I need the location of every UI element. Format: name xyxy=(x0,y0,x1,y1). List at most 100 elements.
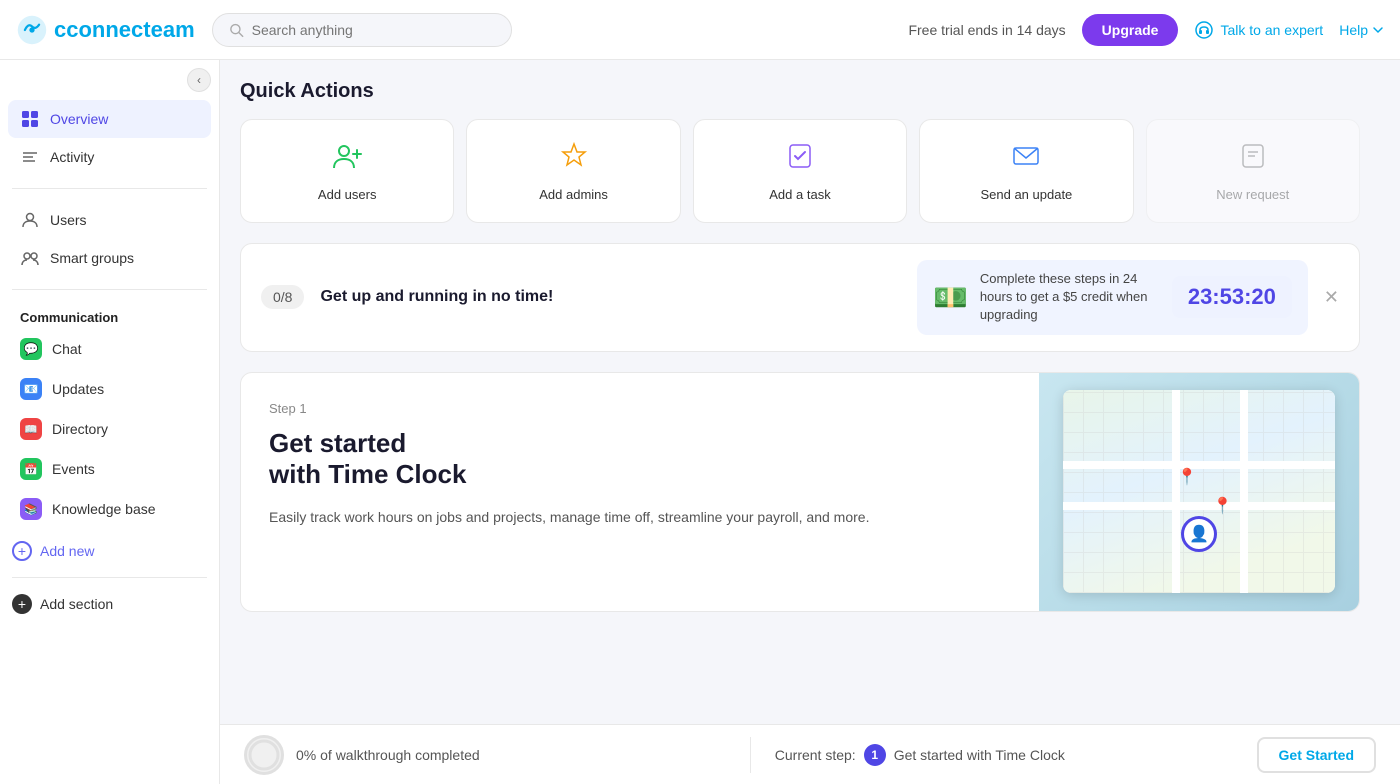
main-content: Quick Actions Add users xyxy=(220,60,1400,784)
add-users-icon xyxy=(331,140,363,179)
chat-icon: 💬 xyxy=(20,338,42,360)
add-admins-icon xyxy=(558,140,590,179)
current-step-info: Current step: 1 Get started with Time Cl… xyxy=(775,744,1257,766)
layout: ‹ Overview xyxy=(0,60,1400,784)
add-task-icon xyxy=(784,140,816,179)
sidebar-item-chat-label: Chat xyxy=(52,341,82,357)
header-right: Free trial ends in 14 days Upgrade Talk … xyxy=(908,14,1384,46)
user-avatar-pin: 👤 xyxy=(1181,516,1217,552)
progress-ring xyxy=(247,738,281,772)
map-pin-1: 📍 xyxy=(1177,467,1197,487)
sidebar-item-updates[interactable]: 📧 Updates xyxy=(8,369,211,409)
knowledge-base-icon: 📚 xyxy=(20,498,42,520)
logo-icon xyxy=(16,14,48,46)
quick-actions-title: Quick Actions xyxy=(240,80,1360,103)
credit-box: 💵 Complete these steps in 24 hours to ge… xyxy=(917,260,1308,335)
step-card: Step 1 Get started with Time Clock Easil… xyxy=(240,372,1360,612)
logo-text: cconnecteam xyxy=(54,17,195,43)
main-inner: Quick Actions Add users xyxy=(220,60,1380,632)
sidebar-item-overview-label: Overview xyxy=(50,111,108,127)
current-step-label: Current step: xyxy=(775,747,856,763)
search-input[interactable] xyxy=(252,22,495,38)
smart-groups-icon xyxy=(20,248,40,268)
add-new-button[interactable]: + Add new xyxy=(0,533,219,569)
new-request-icon xyxy=(1237,140,1269,179)
add-new-label: Add new xyxy=(40,543,94,559)
sidebar-collapse: ‹ xyxy=(0,60,219,96)
sidebar-section-communication: Communication 💬 Chat 📧 Updates 📖 Directo… xyxy=(0,298,219,533)
map-road-horizontal-2 xyxy=(1063,502,1335,510)
sidebar-item-users-label: Users xyxy=(50,212,87,228)
action-add-users[interactable]: Add users xyxy=(240,119,454,223)
headset-icon xyxy=(1194,20,1214,40)
upgrade-button[interactable]: Upgrade xyxy=(1082,14,1179,46)
sidebar-item-overview[interactable]: Overview xyxy=(8,100,211,138)
events-icon: 📅 xyxy=(20,458,42,480)
get-started-button[interactable]: Get Started xyxy=(1257,737,1376,773)
activity-icon xyxy=(20,147,40,167)
credit-icon: 💵 xyxy=(933,281,968,314)
progress-badge: 0/8 xyxy=(261,285,304,309)
sidebar-divider-3 xyxy=(12,577,207,578)
search-icon xyxy=(229,22,244,38)
bottom-bar: 0% of walkthrough completed Current step… xyxy=(220,724,1400,784)
sidebar-item-smart-groups[interactable]: Smart groups xyxy=(8,239,211,277)
progress-text: Get up and running in no time! xyxy=(320,288,900,306)
sidebar-item-smart-groups-label: Smart groups xyxy=(50,250,134,266)
step-description: Easily track work hours on jobs and proj… xyxy=(269,506,1011,528)
sidebar-section-users: Users Smart groups xyxy=(0,197,219,281)
sidebar-divider-2 xyxy=(12,289,207,290)
sidebar-divider-1 xyxy=(12,188,207,189)
sidebar: ‹ Overview xyxy=(0,60,220,784)
new-request-label: New request xyxy=(1216,187,1289,202)
users-icon xyxy=(20,210,40,230)
credit-text: Complete these steps in 24 hours to get … xyxy=(980,270,1160,325)
close-button[interactable]: ✕ xyxy=(1324,287,1339,308)
add-section-button[interactable]: + Add section xyxy=(0,586,219,622)
sidebar-item-knowledge-base-label: Knowledge base xyxy=(52,501,156,517)
sidebar-item-activity[interactable]: Activity xyxy=(8,138,211,176)
action-send-update[interactable]: Send an update xyxy=(919,119,1133,223)
progress-circle xyxy=(244,735,284,775)
map-road-vertical-2 xyxy=(1240,390,1248,592)
map-grid xyxy=(1063,390,1335,592)
add-section-icon: + xyxy=(12,594,32,614)
sidebar-item-directory-label: Directory xyxy=(52,421,108,437)
talk-expert-button[interactable]: Talk to an expert xyxy=(1194,20,1323,40)
step-image: ‹ Hours so far on Sun, Sep 29: $18 pm 📍 xyxy=(1039,373,1359,611)
sidebar-item-knowledge-base[interactable]: 📚 Knowledge base xyxy=(8,489,211,529)
sidebar-item-events[interactable]: 📅 Events xyxy=(8,449,211,489)
communication-label: Communication xyxy=(8,302,211,329)
action-new-request[interactable]: New request xyxy=(1146,119,1360,223)
action-add-task[interactable]: Add a task xyxy=(693,119,907,223)
add-section-label: Add section xyxy=(40,596,113,612)
trial-text: Free trial ends in 14 days xyxy=(908,22,1065,38)
sidebar-item-chat[interactable]: 💬 Chat xyxy=(8,329,211,369)
header: cconnecteam Free trial ends in 14 days U… xyxy=(0,0,1400,60)
progress-banner: 0/8 Get up and running in no time! 💵 Com… xyxy=(240,243,1360,352)
add-admins-label: Add admins xyxy=(539,187,608,202)
countdown-timer: 23:53:20 xyxy=(1172,276,1292,318)
map-background: 📍 📍 👤 xyxy=(1063,390,1335,592)
overview-icon xyxy=(20,109,40,129)
step-content: Step 1 Get started with Time Clock Easil… xyxy=(241,373,1039,611)
action-add-admins[interactable]: Add admins xyxy=(466,119,680,223)
chevron-down-icon xyxy=(1372,24,1384,36)
add-new-plus-icon: + xyxy=(12,541,32,561)
walkthrough-percentage: 0% of walkthrough completed xyxy=(296,747,480,763)
map-road-horizontal-1 xyxy=(1063,461,1335,469)
add-users-label: Add users xyxy=(318,187,377,202)
sidebar-item-users[interactable]: Users xyxy=(8,201,211,239)
sidebar-item-directory[interactable]: 📖 Directory xyxy=(8,409,211,449)
step-number-badge: 1 xyxy=(864,744,886,766)
help-button[interactable]: Help xyxy=(1339,22,1384,38)
quick-actions-grid: Add users Add admins xyxy=(240,119,1360,223)
map-pin-2: 📍 xyxy=(1213,496,1233,516)
sidebar-item-updates-label: Updates xyxy=(52,381,104,397)
search-bar[interactable] xyxy=(212,13,512,47)
collapse-button[interactable]: ‹ xyxy=(187,68,211,92)
bottom-divider xyxy=(750,737,751,773)
updates-icon: 📧 xyxy=(20,378,42,400)
map-road-vertical-1 xyxy=(1172,390,1180,592)
sidebar-item-events-label: Events xyxy=(52,461,95,477)
